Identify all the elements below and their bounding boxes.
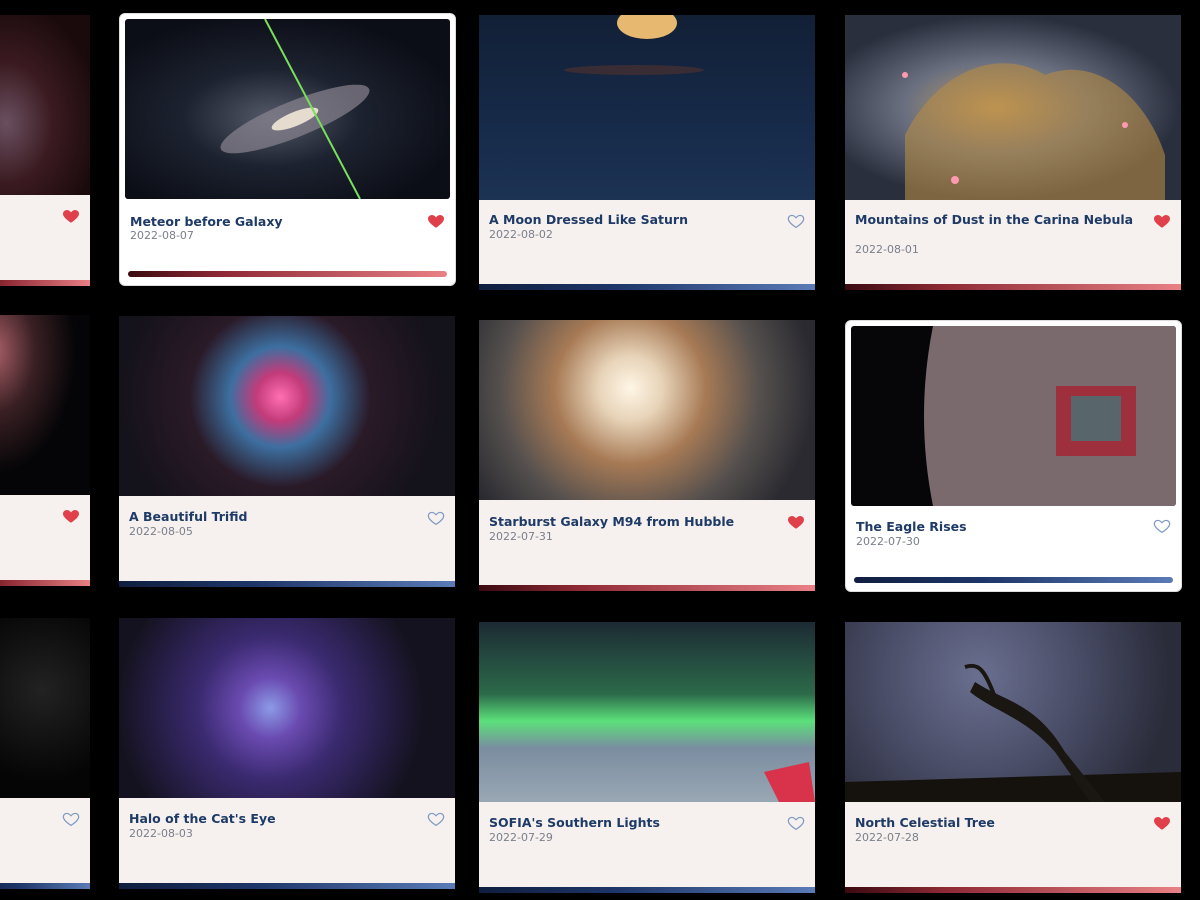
photo-thumbnail[interactable] <box>0 15 90 195</box>
heart-outline-icon[interactable] <box>62 810 80 828</box>
photo-card[interactable]: The Eagle Rises 2022-07-30 <box>845 320 1182 592</box>
card-date: 2022-07-30 <box>856 535 920 548</box>
heart-filled-icon[interactable] <box>787 513 805 531</box>
photo-card[interactable]: Meteor before Galaxy 2022-08-07 <box>119 13 456 286</box>
photo-thumbnail[interactable] <box>119 618 455 798</box>
photo-card[interactable]: SOFIA's Southern Lights 2022-07-29 <box>479 622 815 893</box>
card-title: Meteor before Galaxy <box>130 214 283 229</box>
lunar-lander-image <box>924 326 1176 506</box>
card-date: 2022-07-31 <box>489 530 553 543</box>
tree-startrails-image <box>845 663 1181 802</box>
card-title: A Moon Dressed Like Saturn <box>489 212 688 227</box>
card-date: 2022-07-29 <box>489 831 553 844</box>
card-accent-bar <box>845 284 1181 290</box>
heart-filled-icon[interactable] <box>1153 814 1171 832</box>
card-title: Halo of the Cat's Eye <box>129 811 276 826</box>
card-title: Starburst Galaxy M94 from Hubble <box>489 514 735 529</box>
card-title: Mountains of Dust in the Carina Nebula <box>855 212 1134 227</box>
card-accent-bar <box>128 271 447 277</box>
photo-thumbnail[interactable] <box>845 15 1181 200</box>
photo-thumbnail[interactable] <box>119 316 455 496</box>
heart-filled-icon[interactable] <box>62 207 80 225</box>
heart-outline-icon[interactable] <box>787 814 805 832</box>
card-accent-bar <box>479 585 815 591</box>
card-accent-bar <box>854 577 1173 583</box>
galaxy-image <box>220 19 370 199</box>
card-accent-bar <box>119 883 455 889</box>
nebula-image <box>902 63 1165 200</box>
card-accent-bar <box>0 883 90 889</box>
card-title: The Eagle Rises <box>856 519 967 534</box>
heart-outline-icon[interactable] <box>427 810 445 828</box>
photo-thumbnail[interactable] <box>0 315 90 495</box>
card-accent-bar <box>479 887 815 893</box>
heart-outline-icon[interactable] <box>787 212 805 230</box>
photo-thumbnail[interactable] <box>851 326 1176 506</box>
photo-card-partial[interactable] <box>0 315 90 586</box>
card-date: 2022-08-03 <box>129 827 193 840</box>
card-accent-bar <box>479 284 815 290</box>
card-title: North Celestial Tree <box>855 815 995 830</box>
photo-card[interactable]: Starburst Galaxy M94 from Hubble 2022-07… <box>479 320 815 591</box>
photo-card-partial[interactable] <box>0 618 90 889</box>
card-date: 2022-08-01 <box>855 243 919 256</box>
heart-filled-icon[interactable] <box>62 507 80 525</box>
photo-thumbnail[interactable] <box>479 622 815 802</box>
card-date: 2022-08-05 <box>129 525 193 538</box>
photo-card[interactable]: Mountains of Dust in the Carina Nebula 2… <box>845 15 1181 290</box>
heart-filled-icon[interactable] <box>1153 212 1171 230</box>
card-date: 2022-08-07 <box>130 229 194 242</box>
moon-image <box>564 15 704 75</box>
photo-thumbnail[interactable] <box>0 618 90 798</box>
card-title: A Beautiful Trifid <box>129 509 248 524</box>
card-accent-bar <box>0 580 90 586</box>
photo-thumbnail[interactable] <box>125 19 450 199</box>
aurora-image <box>764 762 815 802</box>
photo-card-partial[interactable] <box>0 15 90 286</box>
photo-thumbnail[interactable] <box>479 15 815 200</box>
photo-card[interactable]: North Celestial Tree 2022-07-28 <box>845 622 1181 893</box>
card-accent-bar <box>845 887 1181 893</box>
photo-card[interactable]: Halo of the Cat's Eye 2022-08-03 <box>119 618 455 889</box>
photo-thumbnail[interactable] <box>479 320 815 500</box>
heart-filled-icon[interactable] <box>427 212 445 230</box>
card-accent-bar <box>0 280 90 286</box>
photo-card[interactable]: A Beautiful Trifid 2022-08-05 <box>119 316 455 587</box>
heart-outline-icon[interactable] <box>427 509 445 527</box>
heart-outline-icon[interactable] <box>1153 517 1171 535</box>
card-accent-bar <box>119 581 455 587</box>
card-date: 2022-08-02 <box>489 228 553 241</box>
card-date: 2022-07-28 <box>855 831 919 844</box>
photo-card[interactable]: A Moon Dressed Like Saturn 2022-08-02 <box>479 15 815 290</box>
card-title: SOFIA's Southern Lights <box>489 815 660 830</box>
photo-thumbnail[interactable] <box>845 622 1181 802</box>
